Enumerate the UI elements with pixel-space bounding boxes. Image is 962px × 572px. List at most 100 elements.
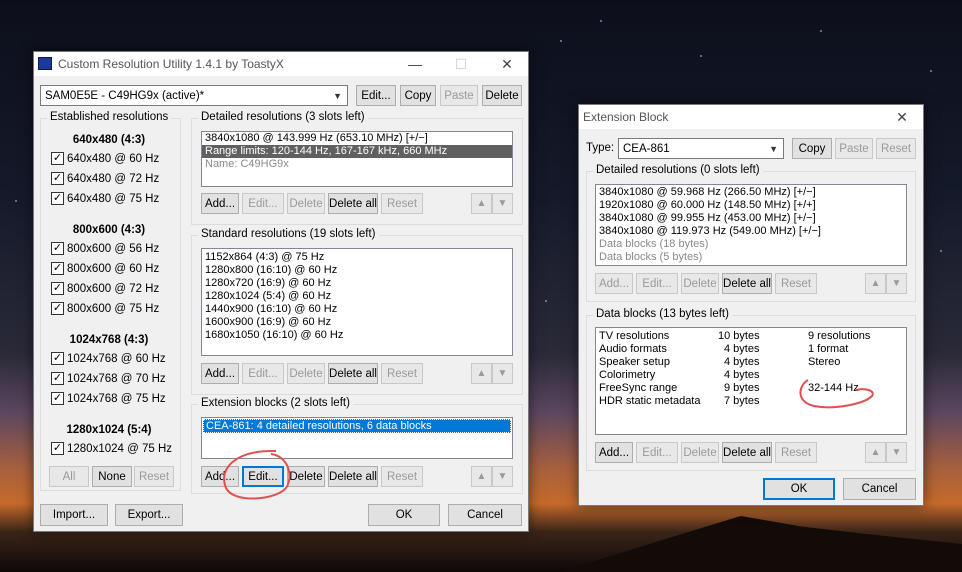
checkbox-1280x1024-75[interactable]: ✓ 1280x1024 @ 75 Hz [51, 442, 172, 455]
add-detailed-button[interactable]: Add... [201, 193, 239, 214]
reset-block-button[interactable]: Reset [876, 138, 916, 159]
edit-detailed-button[interactable]: Edit... [242, 193, 284, 214]
move-up-icon[interactable]: ▲ [471, 363, 492, 384]
checkbox-800x600-56[interactable]: ✓ 800x600 @ 56 Hz [51, 242, 159, 255]
star [700, 55, 702, 57]
copy-block-button[interactable]: Copy [792, 138, 832, 159]
checkbox-640x480-60[interactable]: ✓ 640x480 @ 60 Hz [51, 152, 159, 165]
checkbox-800x600-72[interactable]: ✓ 800x600 @ 72 Hz [51, 282, 159, 295]
list-item[interactable]: Range limits: 120-144 Hz, 167-167 kHz, 6… [202, 145, 512, 158]
datablock-row[interactable]: Speaker setup 4 bytes Stereo [596, 356, 906, 369]
move-up-icon[interactable]: ▲ [471, 466, 492, 487]
star [930, 70, 932, 72]
list-item[interactable]: 1280x720 (16:9) @ 60 Hz [202, 277, 512, 290]
list-item[interactable]: 3840x1080 @ 119.973 Hz (549.00 MHz) [+/−… [596, 225, 906, 238]
datablocks-list[interactable]: TV resolutions 10 bytes 9 resolutions Au… [595, 327, 907, 435]
import-button[interactable]: Import... [40, 504, 108, 526]
checkbox-1024x768-60[interactable]: ✓ 1024x768 @ 60 Hz [51, 352, 166, 365]
edit-ext-detailed-button[interactable]: Edit... [636, 273, 678, 294]
detailed-list[interactable]: 3840x1080 @ 143.999 Hz (653.10 MHz) [+/−… [201, 131, 513, 187]
ext-detailed-list[interactable]: 3840x1080 @ 59.968 Hz (266.50 MHz) [+/−]… [595, 184, 907, 266]
edit-datablock-button[interactable]: Edit... [636, 442, 678, 463]
list-item[interactable]: 1920x1080 @ 60.000 Hz (148.50 MHz) [+/+] [596, 199, 906, 212]
cru-title: Custom Resolution Utility 1.4.1 by Toast… [58, 57, 284, 71]
close-icon[interactable]: ✕ [484, 52, 530, 76]
move-down-icon[interactable]: ▼ [886, 442, 907, 463]
standard-list[interactable]: 1152x864 (4:3) @ 75 Hz 1280x800 (16:10) … [201, 248, 513, 356]
move-down-icon[interactable]: ▼ [492, 363, 513, 384]
checkbox-1024x768-75[interactable]: ✓ 1024x768 @ 75 Hz [51, 392, 166, 405]
list-item[interactable]: Name: C49HG9x [202, 158, 512, 171]
list-item[interactable]: 1600x900 (16:9) @ 60 Hz [202, 316, 512, 329]
reset-ext-detailed-button[interactable]: Reset [775, 273, 817, 294]
reset-datablock-button[interactable]: Reset [775, 442, 817, 463]
delete-all-detailed-button[interactable]: Delete all [328, 193, 378, 214]
list-item[interactable]: 3840x1080 @ 143.999 Hz (653.10 MHz) [+/−… [202, 132, 512, 145]
delete-all-extension-button[interactable]: Delete all [328, 466, 378, 487]
checkbox-640x480-72[interactable]: ✓ 640x480 @ 72 Hz [51, 172, 159, 185]
reset-established-button[interactable]: Reset [134, 466, 174, 487]
move-up-icon[interactable]: ▲ [865, 442, 886, 463]
ext-titlebar: Extension Block ✕ [579, 105, 923, 129]
checkmark-icon: ✓ [51, 192, 64, 205]
list-item[interactable]: 3840x1080 @ 99.955 Hz (453.00 MHz) [+/−] [596, 212, 906, 225]
close-icon[interactable]: ✕ [879, 105, 925, 129]
edit-standard-button[interactable]: Edit... [242, 363, 284, 384]
add-ext-detailed-button[interactable]: Add... [595, 273, 633, 294]
move-down-icon[interactable]: ▼ [886, 273, 907, 294]
move-down-icon[interactable]: ▼ [492, 466, 513, 487]
list-item[interactable]: Data blocks (5 bytes) [596, 251, 906, 264]
list-item[interactable]: 1680x1050 (16:10) @ 60 Hz [202, 329, 512, 342]
copy-button[interactable]: Copy [400, 85, 436, 106]
paste-button[interactable]: Paste [440, 85, 478, 106]
reset-standard-button[interactable]: Reset [381, 363, 423, 384]
reset-extension-button[interactable]: Reset [381, 466, 423, 487]
reset-detailed-button[interactable]: Reset [381, 193, 423, 214]
edit-monitor-button[interactable]: Edit... [356, 85, 396, 106]
ok-ext-button[interactable]: OK [763, 478, 835, 500]
checkbox-1024x768-70[interactable]: ✓ 1024x768 @ 70 Hz [51, 372, 166, 385]
list-item[interactable]: 1440x900 (16:10) @ 60 Hz [202, 303, 512, 316]
delete-standard-button[interactable]: Delete [287, 363, 325, 384]
checkmark-icon: ✓ [51, 442, 64, 455]
delete-detailed-button[interactable]: Delete [287, 193, 325, 214]
minimize-icon[interactable]: — [392, 52, 438, 76]
list-item[interactable]: 1280x800 (16:10) @ 60 Hz [202, 264, 512, 277]
ok-button[interactable]: OK [368, 504, 440, 526]
type-select[interactable]: CEA-861 ▼ [618, 138, 784, 159]
none-button[interactable]: None [92, 466, 132, 487]
extension-window: Extension Block ✕ Type: CEA-861 ▼ Copy P… [578, 104, 924, 506]
move-up-icon[interactable]: ▲ [865, 273, 886, 294]
delete-ext-detailed-button[interactable]: Delete [681, 273, 719, 294]
list-item[interactable]: 1152x864 (4:3) @ 75 Hz [202, 251, 512, 264]
delete-datablock-button[interactable]: Delete [681, 442, 719, 463]
list-item[interactable]: CEA-861: 4 detailed resolutions, 6 data … [203, 419, 511, 433]
monitor-select[interactable]: SAM0E5E - C49HG9x (active)* ▼ [40, 85, 348, 106]
paste-block-button[interactable]: Paste [835, 138, 873, 159]
delete-all-datablock-button[interactable]: Delete all [722, 442, 772, 463]
cancel-button[interactable]: Cancel [448, 504, 522, 526]
cru-titlebar: Custom Resolution Utility 1.4.1 by Toast… [34, 52, 528, 76]
export-button[interactable]: Export... [115, 504, 183, 526]
checkmark-icon: ✓ [51, 262, 64, 275]
cancel-ext-button[interactable]: Cancel [843, 478, 916, 500]
checkbox-640x480-75[interactable]: ✓ 640x480 @ 75 Hz [51, 192, 159, 205]
checkbox-800x600-75[interactable]: ✓ 800x600 @ 75 Hz [51, 302, 159, 315]
all-button[interactable]: All [49, 466, 89, 487]
move-up-icon[interactable]: ▲ [471, 193, 492, 214]
list-item[interactable]: 3840x1080 @ 59.968 Hz (266.50 MHz) [+/−] [596, 186, 906, 199]
add-datablock-button[interactable]: Add... [595, 442, 633, 463]
chevron-down-icon: ▼ [769, 144, 778, 154]
add-standard-button[interactable]: Add... [201, 363, 239, 384]
move-down-icon[interactable]: ▼ [492, 193, 513, 214]
delete-all-standard-button[interactable]: Delete all [328, 363, 378, 384]
checkmark-icon: ✓ [51, 172, 64, 185]
delete-all-ext-detailed-button[interactable]: Delete all [722, 273, 772, 294]
delete-monitor-button[interactable]: Delete [482, 85, 522, 106]
datablock-row[interactable]: Audio formats 4 bytes 1 format [596, 343, 906, 356]
datablock-row[interactable]: TV resolutions 10 bytes 9 resolutions [596, 330, 906, 343]
checkbox-800x600-60[interactable]: ✓ 800x600 @ 60 Hz [51, 262, 159, 275]
list-item[interactable]: Data blocks (18 bytes) [596, 238, 906, 251]
star [600, 20, 602, 22]
list-item[interactable]: 1280x1024 (5:4) @ 60 Hz [202, 290, 512, 303]
